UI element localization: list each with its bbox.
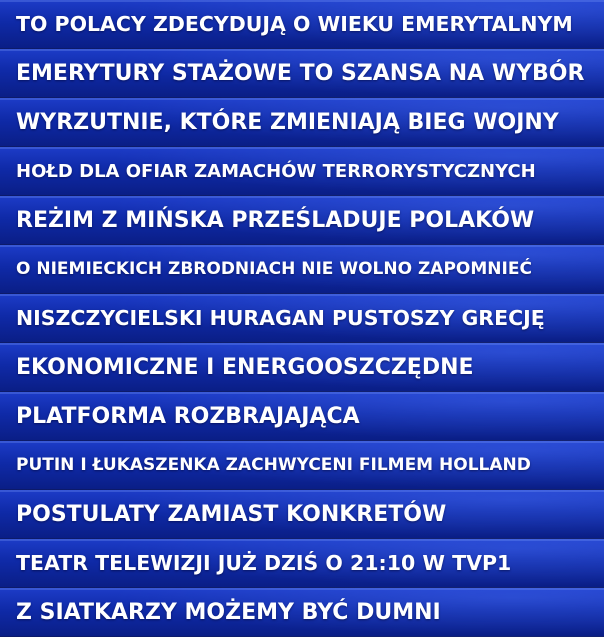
headline-strip-stack: TO POLACY ZDECYDUJĄ O WIEKU EMERYTALNYM … [0,0,604,637]
headline-strip: PLATFORMA ROZBRAJAJĄCA [0,392,604,441]
headline-text: Z SIATKARZY MOŻEMY BYĆ DUMNI [16,599,441,625]
headline-strip: PUTIN I ŁUKASZENKA ZACHWYCENI FILMEM HOL… [0,441,604,490]
headline-text: WYRZUTNIE, KTÓRE ZMIENIAJĄ BIEG WOJNY [16,109,559,135]
headline-strip: POSTULATY ZAMIAST KONKRETÓW [0,490,604,539]
headline-strip: WYRZUTNIE, KTÓRE ZMIENIAJĄ BIEG WOJNY [0,98,604,147]
headline-text: PLATFORMA ROZBRAJAJĄCA [16,403,360,429]
headline-text: EKONOMICZNE I ENERGOOSZCZĘDNE [16,354,474,380]
headline-strip: NISZCZYCIELSKI HURAGAN PUSTOSZY GRECJĘ [0,294,604,343]
headline-text: REŻIM Z MIŃSKA PRZEŚLADUJE POLAKÓW [16,207,535,233]
headline-strip: EKONOMICZNE I ENERGOOSZCZĘDNE [0,343,604,392]
headline-strip: TO POLACY ZDECYDUJĄ O WIEKU EMERYTALNYM [0,0,604,49]
headline-text: TEATR TELEWIZJI JUŻ DZIŚ O 21:10 W TVP1 [16,551,512,575]
headline-text: EMERYTURY STAŻOWE TO SZANSA NA WYBÓR [16,60,585,86]
headline-strip: EMERYTURY STAŻOWE TO SZANSA NA WYBÓR [0,49,604,98]
headline-text: O NIEMIECKICH ZBRODNIACH NIE WOLNO ZAPOM… [16,259,532,279]
headline-strip: Z SIATKARZY MOŻEMY BYĆ DUMNI [0,588,604,637]
headline-strip: HOŁD DLA OFIAR ZAMACHÓW TERRORYSTYCZNYCH [0,147,604,196]
headline-strip: O NIEMIECKICH ZBRODNIACH NIE WOLNO ZAPOM… [0,245,604,294]
headline-text: PUTIN I ŁUKASZENKA ZACHWYCENI FILMEM HOL… [16,455,531,475]
headline-text: HOŁD DLA OFIAR ZAMACHÓW TERRORYSTYCZNYCH [16,160,536,182]
headline-strip: TEATR TELEWIZJI JUŻ DZIŚ O 21:10 W TVP1 [0,539,604,588]
headline-text: POSTULATY ZAMIAST KONKRETÓW [16,501,447,527]
headline-strip: REŻIM Z MIŃSKA PRZEŚLADUJE POLAKÓW [0,196,604,245]
headline-text: TO POLACY ZDECYDUJĄ O WIEKU EMERYTALNYM [16,12,573,36]
headline-text: NISZCZYCIELSKI HURAGAN PUSTOSZY GRECJĘ [16,306,545,330]
